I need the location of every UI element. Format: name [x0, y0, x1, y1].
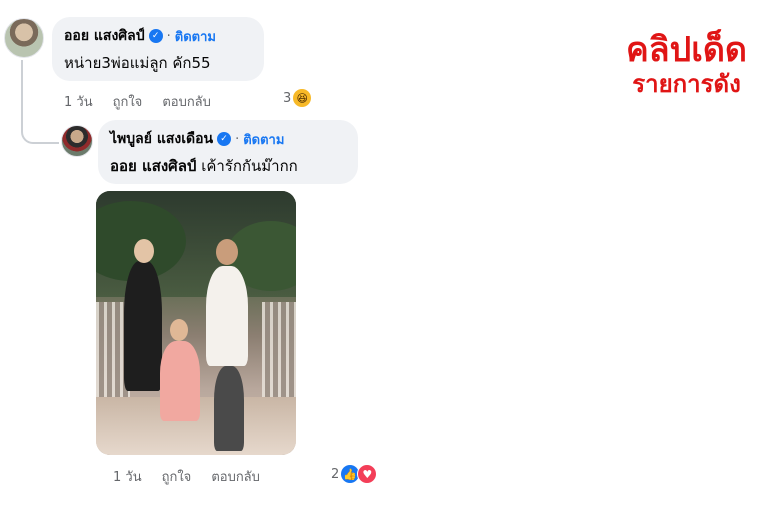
- reaction-summary[interactable]: 2 👍 ♥: [331, 464, 378, 484]
- photo-person: [216, 239, 238, 265]
- like-button[interactable]: ถูกใจ: [162, 466, 192, 487]
- photo-person: [206, 266, 248, 366]
- commenter-avatar[interactable]: [4, 18, 44, 58]
- watermark-line1: คลิปเด็ด: [626, 30, 747, 70]
- follow-button[interactable]: ติดตาม: [175, 26, 216, 47]
- separator-dot: ·: [166, 28, 171, 44]
- reply-attached-photo[interactable]: [96, 191, 296, 455]
- like-button[interactable]: ถูกใจ: [113, 91, 143, 112]
- reply-actions: 1 วัน ถูกใจ ตอบกลับ: [113, 466, 260, 487]
- reply-time[interactable]: 1 วัน: [113, 466, 142, 487]
- channel-watermark: คลิปเด็ด รายการดัง: [626, 30, 747, 98]
- photo-person: [160, 341, 200, 421]
- reply-author[interactable]: ไพบูลย์ แสงเดือน: [110, 128, 213, 150]
- reply-bubble: ไพบูลย์ แสงเดือน ✓ · ติดตาม ออย แสงศิลป์…: [98, 120, 358, 184]
- mention-link[interactable]: ออย แสงศิลป์: [110, 157, 196, 175]
- photo-person: [214, 366, 244, 451]
- verified-badge-icon: ✓: [217, 132, 232, 146]
- reply-message: เค้ารักกันม๊ากก: [201, 157, 298, 175]
- photo-person: [124, 261, 162, 391]
- reaction-count: 3: [283, 90, 292, 106]
- comment-text: หน่าย3พ่อแม่ลูก คัก55: [64, 54, 211, 72]
- reaction-summary[interactable]: 3 😆: [283, 89, 312, 107]
- reply-text: ออย แสงศิลป์ เค้ารักกันม๊ากก: [110, 154, 346, 178]
- reply-author-avatar[interactable]: [61, 125, 93, 157]
- photo-person: [170, 319, 188, 341]
- photo-person: [134, 239, 154, 263]
- watermark-line2: รายการดัง: [632, 70, 741, 98]
- love-icon: ♥: [357, 464, 378, 484]
- comment-actions: 1 วัน ถูกใจ ตอบกลับ: [64, 91, 211, 112]
- reply-thread-line: [21, 60, 59, 144]
- comment-time[interactable]: 1 วัน: [64, 91, 93, 112]
- reaction-count: 2: [331, 466, 340, 482]
- reply-button[interactable]: ตอบกลับ: [211, 466, 260, 487]
- comment-author[interactable]: ออย แสงศิลป์: [64, 25, 145, 47]
- verified-badge-icon: ✓: [148, 29, 163, 43]
- separator-dot: ·: [235, 131, 240, 147]
- follow-button[interactable]: ติดตาม: [243, 129, 284, 150]
- reply-button[interactable]: ตอบกลับ: [162, 91, 211, 112]
- haha-icon: 😆: [293, 89, 312, 107]
- comment-bubble: ออย แสงศิลป์ ✓ · ติดตาม หน่าย3พ่อแม่ลูก …: [52, 17, 264, 81]
